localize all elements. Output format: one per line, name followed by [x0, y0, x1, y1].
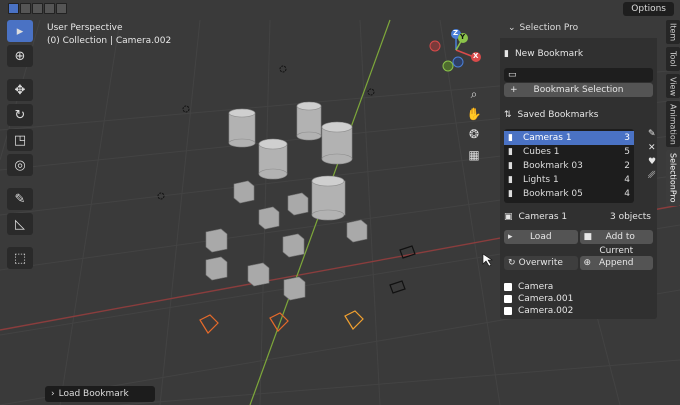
- select-tool-icon[interactable]: ▸: [7, 20, 33, 42]
- saved-bookmarks-header: ⇅ Saved Bookmarks: [504, 107, 653, 123]
- add-to-current-button[interactable]: ■ Add to Current: [579, 230, 653, 256]
- pan-hand-icon[interactable]: ✋: [465, 105, 483, 123]
- bookmark-item-name: Cameras 1: [522, 133, 572, 143]
- tool-shelf: ▸ ⊕ ✥ ↻ ◳ ◎ ✎ ◺ ⬚: [7, 20, 33, 269]
- rotate-tool-icon[interactable]: ↻: [7, 104, 33, 126]
- bookmark-list-item[interactable]: ▮ Cameras 13: [504, 131, 634, 145]
- bookmark-list-item[interactable]: ▮ Bookmark 03 2: [504, 159, 634, 173]
- checkbox-icon[interactable]: [504, 307, 512, 315]
- bookmark-selection-button[interactable]: + Bookmark Selection: [504, 83, 653, 97]
- bookmark-item-count: 4: [624, 175, 630, 185]
- select-new-mode-icon[interactable]: [8, 3, 19, 14]
- bookmark-item-count: 2: [624, 161, 630, 171]
- collection-label: (0) Collection | Camera.002: [47, 36, 172, 46]
- bookmark-item-count: 5: [624, 147, 630, 157]
- bookmark-list-item[interactable]: ▮ Bookmark 05 4: [504, 187, 634, 201]
- object-name: Camera.001: [518, 294, 574, 304]
- edit-icon[interactable]: ✎: [648, 129, 658, 143]
- active-bookmark-name: Cameras 1: [518, 212, 568, 222]
- list-actions: ✎ ✕ ♥ ␥: [648, 129, 658, 185]
- object-list: Camera Camera.001 Camera.002: [504, 281, 653, 317]
- object-list-item[interactable]: Camera.001: [504, 293, 653, 305]
- tab-tool[interactable]: Tool: [666, 47, 680, 71]
- bookmark-list-item[interactable]: ▮ Cubes 15: [504, 145, 634, 159]
- load-button[interactable]: ▸ Load: [504, 230, 578, 244]
- checkbox-icon[interactable]: [504, 295, 512, 303]
- select-intersect-mode-icon[interactable]: [56, 3, 67, 14]
- add-cube-tool-icon[interactable]: ⬚: [7, 247, 33, 269]
- refresh-icon: ↻: [508, 258, 516, 268]
- bookmark-item-name: Cubes 1: [522, 147, 560, 157]
- trash-icon[interactable]: ␥: [648, 171, 658, 185]
- object-list-item[interactable]: Camera.002: [504, 305, 653, 317]
- tab-animation[interactable]: Animation: [666, 101, 680, 147]
- bookmark-icon: ▮: [504, 49, 509, 59]
- bookmark-item-name: Lights 1: [522, 175, 559, 185]
- heart-icon[interactable]: ♥: [648, 157, 658, 171]
- select-invert-mode-icon[interactable]: [44, 3, 55, 14]
- bookmark-item-count: 4: [624, 189, 630, 199]
- load-row: ▸ Load ■ Add to Current: [504, 229, 653, 256]
- chevron-down-icon: ⌄: [508, 23, 516, 33]
- active-object-count: 3 objects: [609, 212, 651, 222]
- overwrite-row: ↻ Overwrite ⊕ Append: [504, 255, 653, 271]
- active-bookmark-header: ▣ Cameras 1 3 objects: [504, 209, 653, 225]
- append-plus-icon: ⊕: [583, 258, 592, 268]
- annotate-tool-icon[interactable]: ✎: [7, 188, 33, 210]
- bookmark-item-name: Bookmark 03: [522, 161, 583, 171]
- gizmo-y-label: Y: [460, 33, 466, 41]
- object-list-item[interactable]: Camera: [504, 281, 653, 293]
- bookmark-name-input[interactable]: ▭: [504, 68, 653, 82]
- select-extend-mode-icon[interactable]: [20, 3, 31, 14]
- tab-view[interactable]: View: [666, 74, 680, 98]
- sidebar-tabs: Item Tool View Animation SelectionPro: [666, 20, 680, 209]
- transform-tool-icon[interactable]: ◎: [7, 154, 33, 176]
- measure-tool-icon[interactable]: ◺: [7, 213, 33, 235]
- cursor-tool-icon[interactable]: ⊕: [7, 45, 33, 67]
- select-subtract-mode-icon[interactable]: [32, 3, 43, 14]
- sort-icon: ⇅: [504, 110, 512, 120]
- object-name: Camera.002: [518, 306, 574, 316]
- viewport-header: Options: [0, 0, 680, 18]
- zoom-icon[interactable]: ⌕: [465, 85, 483, 103]
- pointer-icon: ▸: [508, 232, 513, 242]
- perspective-label: User Perspective: [47, 23, 123, 33]
- options-button[interactable]: Options: [623, 2, 674, 16]
- last-operator-panel[interactable]: › Load Bookmark: [45, 386, 155, 402]
- add-selection-icon: ■: [583, 232, 593, 242]
- name-field-icon: ▭: [508, 70, 517, 80]
- chevron-right-icon: ›: [51, 389, 55, 399]
- bookmark-item-count: 3: [624, 133, 630, 143]
- remove-icon[interactable]: ✕: [648, 143, 658, 157]
- new-bookmark-header: ▮ New Bookmark: [504, 46, 653, 62]
- overwrite-button[interactable]: ↻ Overwrite: [504, 256, 578, 270]
- active-bookmark-panel: ▣ Cameras 1 3 objects ▸ Load ■ Add to Curre…: [500, 205, 657, 319]
- perspective-grid-icon[interactable]: ▦: [465, 146, 483, 164]
- bookmark-item-name: Bookmark 05: [522, 189, 583, 199]
- tab-item[interactable]: Item: [666, 20, 680, 44]
- checkbox-icon[interactable]: [504, 283, 512, 291]
- panel-title[interactable]: ⌄ Selection Pro: [500, 19, 657, 38]
- camera-view-icon[interactable]: ❂: [465, 125, 483, 143]
- bookmark-list: ▮ Cameras 1 3 ▮ Cubes 1 5 ▮ Bookmark 03 2 ▮ Lights…: [504, 129, 634, 203]
- gizmo-z-label: Z: [453, 29, 459, 37]
- append-button[interactable]: ⊕ Append: [579, 256, 653, 270]
- camera-list-icon: ▣: [504, 212, 513, 222]
- plus-icon: +: [510, 85, 518, 95]
- viewport-info: User Perspective (0) Collection | Camera…: [47, 22, 171, 48]
- scale-tool-icon[interactable]: ◳: [7, 129, 33, 151]
- object-name: Camera: [518, 282, 554, 292]
- tab-selectionpro[interactable]: SelectionPro: [666, 150, 680, 206]
- gizmo-x-label: X: [473, 52, 479, 60]
- selection-mode-buttons: [8, 3, 67, 14]
- new-bookmark-label: New Bookmark: [514, 49, 584, 59]
- saved-bookmarks-label: Saved Bookmarks: [517, 110, 599, 120]
- bookmark-list-item[interactable]: ▮ Lights 14: [504, 173, 634, 187]
- move-tool-icon[interactable]: ✥: [7, 79, 33, 101]
